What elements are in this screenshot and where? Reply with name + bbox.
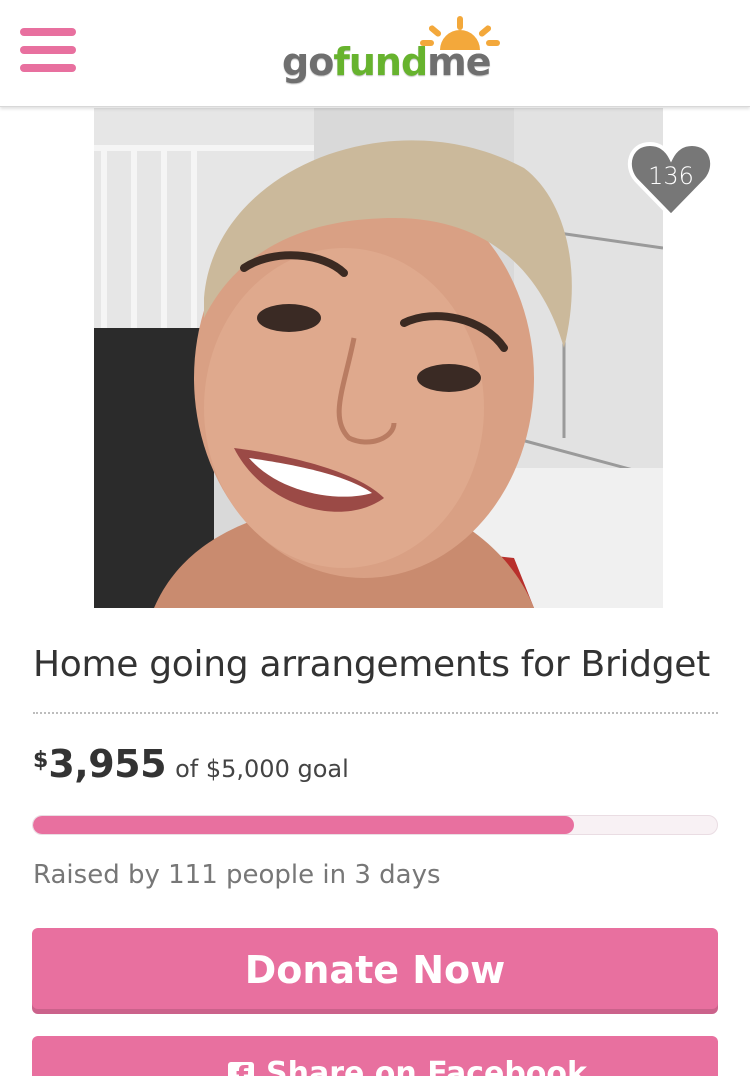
top-header: gofundme xyxy=(0,0,750,107)
gofundme-logo[interactable]: gofundme xyxy=(282,14,502,84)
logo-me-text: me xyxy=(427,40,491,84)
menu-line xyxy=(20,64,76,72)
logo-go-text: go xyxy=(282,40,334,84)
hamburger-menu-icon[interactable] xyxy=(20,28,76,76)
share-button-content: Share on Facebook xyxy=(228,1056,587,1076)
heart-count: 136 xyxy=(648,162,694,190)
share-facebook-button[interactable]: Share on Facebook xyxy=(32,1036,718,1076)
progress-bar xyxy=(32,815,718,835)
divider xyxy=(33,712,718,714)
heart-icon[interactable]: 136 xyxy=(626,140,716,220)
amount-raised-row: $3,955 of $5,000 goal xyxy=(33,742,349,798)
raised-by-text: Raised by 111 people in 3 days xyxy=(33,860,441,890)
campaign-page: gofundme 136 Home going arrangements for… xyxy=(0,0,750,1076)
raised-amount: 3,955 xyxy=(48,742,167,786)
goal-text: of $5,000 goal xyxy=(175,755,349,783)
logo-wordmark: gofundme xyxy=(282,38,492,86)
donate-button[interactable]: Donate Now xyxy=(32,928,718,1014)
menu-line xyxy=(20,28,76,36)
share-button-label: Share on Facebook xyxy=(266,1056,587,1076)
logo-fund-text: fund xyxy=(333,40,428,84)
campaign-photo xyxy=(94,108,663,608)
menu-line xyxy=(20,46,76,54)
campaign-title: Home going arrangements for Bridget xyxy=(33,644,710,685)
currency-symbol: $ xyxy=(33,748,49,773)
progress-bar-fill xyxy=(33,816,575,834)
facebook-icon xyxy=(228,1060,254,1076)
